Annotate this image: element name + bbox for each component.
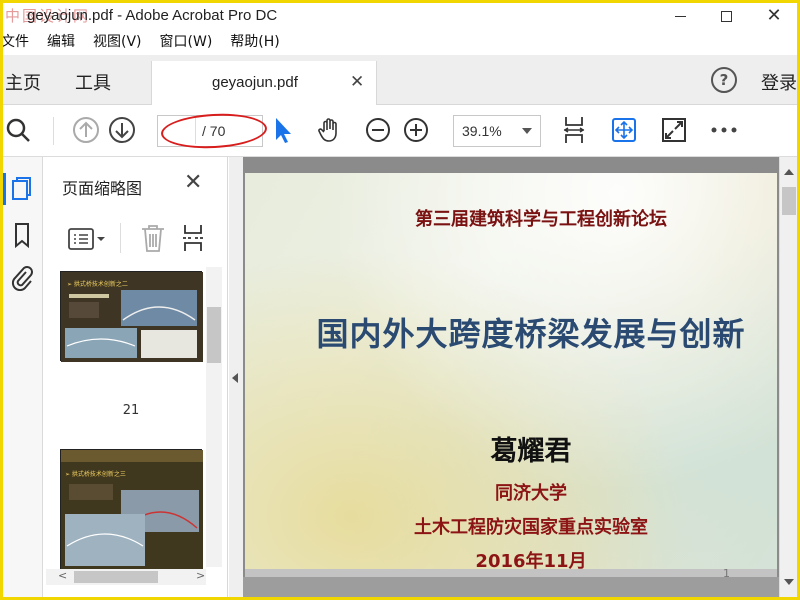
- trash-icon[interactable]: [140, 223, 166, 257]
- hand-tool-icon[interactable]: [315, 115, 345, 145]
- slide-lab: 土木工程防灾国家重点实验室: [414, 517, 648, 538]
- zoom-out-icon[interactable]: [363, 115, 393, 145]
- slide-conference: 第三届建筑科学与工程创新论坛: [415, 209, 667, 230]
- select-cursor-icon[interactable]: [267, 115, 297, 145]
- thumbnail-scroll-thumb[interactable]: [207, 307, 221, 363]
- zoom-select[interactable]: 39.1%: [453, 115, 541, 147]
- toolbar: / 70 39.1%: [3, 105, 797, 157]
- maximize-icon: [720, 10, 732, 22]
- maximize-button[interactable]: [703, 3, 749, 29]
- panel-title: 页面缩略图: [62, 179, 143, 198]
- slide-author: 葛耀君: [490, 436, 572, 467]
- document-bottom-gap: [243, 577, 797, 597]
- thumb-tools-divider: [120, 223, 121, 253]
- login-button[interactable]: 登录: [761, 69, 797, 95]
- menu-file[interactable]: 文件: [3, 31, 29, 53]
- slide-page-number: 1: [723, 567, 730, 577]
- menu-view[interactable]: 视图(V): [93, 31, 142, 53]
- bookmark-icon[interactable]: [9, 221, 35, 249]
- document-tab-label: geyaojun.pdf: [212, 74, 298, 91]
- close-icon: ✕: [766, 5, 782, 26]
- thumbnail-page-22[interactable]: ➢ 拱式桥技术创新之三: [60, 449, 203, 570]
- pdf-page-slide: 第三届建筑科学与工程创新论坛 国内外大跨度桥梁发展与创新 葛耀君 同济大学 土木…: [245, 173, 777, 577]
- document-view[interactable]: 第三届建筑科学与工程创新论坛 国内外大跨度桥梁发展与创新 葛耀君 同济大学 土木…: [243, 157, 797, 597]
- previous-page-icon[interactable]: [71, 115, 101, 145]
- tab-document[interactable]: geyaojun.pdf ✕: [151, 61, 377, 105]
- document-scroll-thumb[interactable]: [782, 187, 796, 215]
- scroll-right-icon[interactable]: >: [196, 569, 205, 582]
- menu-edit[interactable]: 编辑: [47, 31, 75, 53]
- chevron-down-icon: [522, 128, 532, 134]
- minimize-button[interactable]: [657, 3, 703, 29]
- document-vertical-scrollbar[interactable]: [779, 157, 797, 597]
- svg-text:➢ 拱式桥技术创新之二: ➢ 拱式桥技术创新之二: [67, 280, 128, 288]
- options-menu-icon[interactable]: [68, 227, 108, 255]
- help-icon[interactable]: ?: [711, 67, 737, 93]
- tab-strip: 主页 工具 geyaojun.pdf ✕ ? 登录: [3, 55, 797, 105]
- slide-title: 国内外大跨度桥梁发展与创新: [316, 315, 746, 353]
- fit-page-icon[interactable]: [559, 115, 589, 145]
- collapse-arrow-icon: [232, 373, 238, 383]
- zoom-value: 39.1%: [462, 123, 502, 139]
- acrobat-window: 中国设计网 geyaojun.pdf - Adobe Acrobat Pro D…: [3, 3, 797, 597]
- menu-bar: 文件 编辑 视图(V) 窗口(W) 帮助(H): [3, 31, 797, 53]
- tab-home[interactable]: 主页: [5, 69, 41, 95]
- panel-collapse-handle[interactable]: [229, 157, 243, 597]
- attachment-icon[interactable]: [9, 263, 35, 291]
- menu-help[interactable]: 帮助(H): [230, 31, 279, 53]
- insert-page-icon[interactable]: [182, 223, 208, 257]
- scroll-mode-icon[interactable]: [609, 115, 639, 145]
- thumbnail-toolbar: [44, 215, 228, 259]
- full-screen-icon[interactable]: [659, 115, 689, 145]
- thumbnail-hscroll-thumb[interactable]: [74, 571, 158, 583]
- thumbnail-page-21[interactable]: ➢ 拱式桥技术创新之二: [60, 271, 203, 362]
- next-page-icon[interactable]: [107, 115, 137, 145]
- thumbnails-panel: 页面缩略图 ✕ ➢ 拱式桥技术创新之二 21 ➢ 拱式桥技术创新之三 < >: [44, 157, 228, 597]
- thumbnail-page-label: 21: [122, 403, 140, 418]
- scroll-down-icon[interactable]: [784, 579, 794, 585]
- left-rail: [3, 157, 43, 597]
- menu-window[interactable]: 窗口(W): [160, 31, 213, 53]
- scroll-left-icon[interactable]: <: [58, 569, 67, 582]
- tab-tools[interactable]: 工具: [75, 69, 111, 95]
- title-bar: 中国设计网 geyaojun.pdf - Adobe Acrobat Pro D…: [3, 3, 797, 29]
- slide-university: 同济大学: [495, 483, 567, 504]
- scroll-up-icon[interactable]: [784, 169, 794, 175]
- zoom-in-icon[interactable]: [401, 115, 431, 145]
- search-icon[interactable]: [3, 115, 33, 145]
- svg-text:➢ 拱式桥技术创新之三: ➢ 拱式桥技术创新之三: [65, 470, 126, 478]
- slide-bottom-bar: [245, 569, 777, 577]
- more-options-icon[interactable]: [709, 115, 739, 145]
- window-title: geyaojun.pdf - Adobe Acrobat Pro DC: [27, 7, 278, 24]
- selected-indicator: [3, 173, 6, 205]
- close-tab-icon[interactable]: ✕: [350, 72, 364, 92]
- page-thumbnails-icon[interactable]: [9, 175, 35, 203]
- close-window-button[interactable]: ✕: [751, 3, 797, 29]
- toolbar-divider: [53, 117, 54, 145]
- minimize-icon: [674, 15, 686, 17]
- close-panel-icon[interactable]: ✕: [184, 170, 202, 195]
